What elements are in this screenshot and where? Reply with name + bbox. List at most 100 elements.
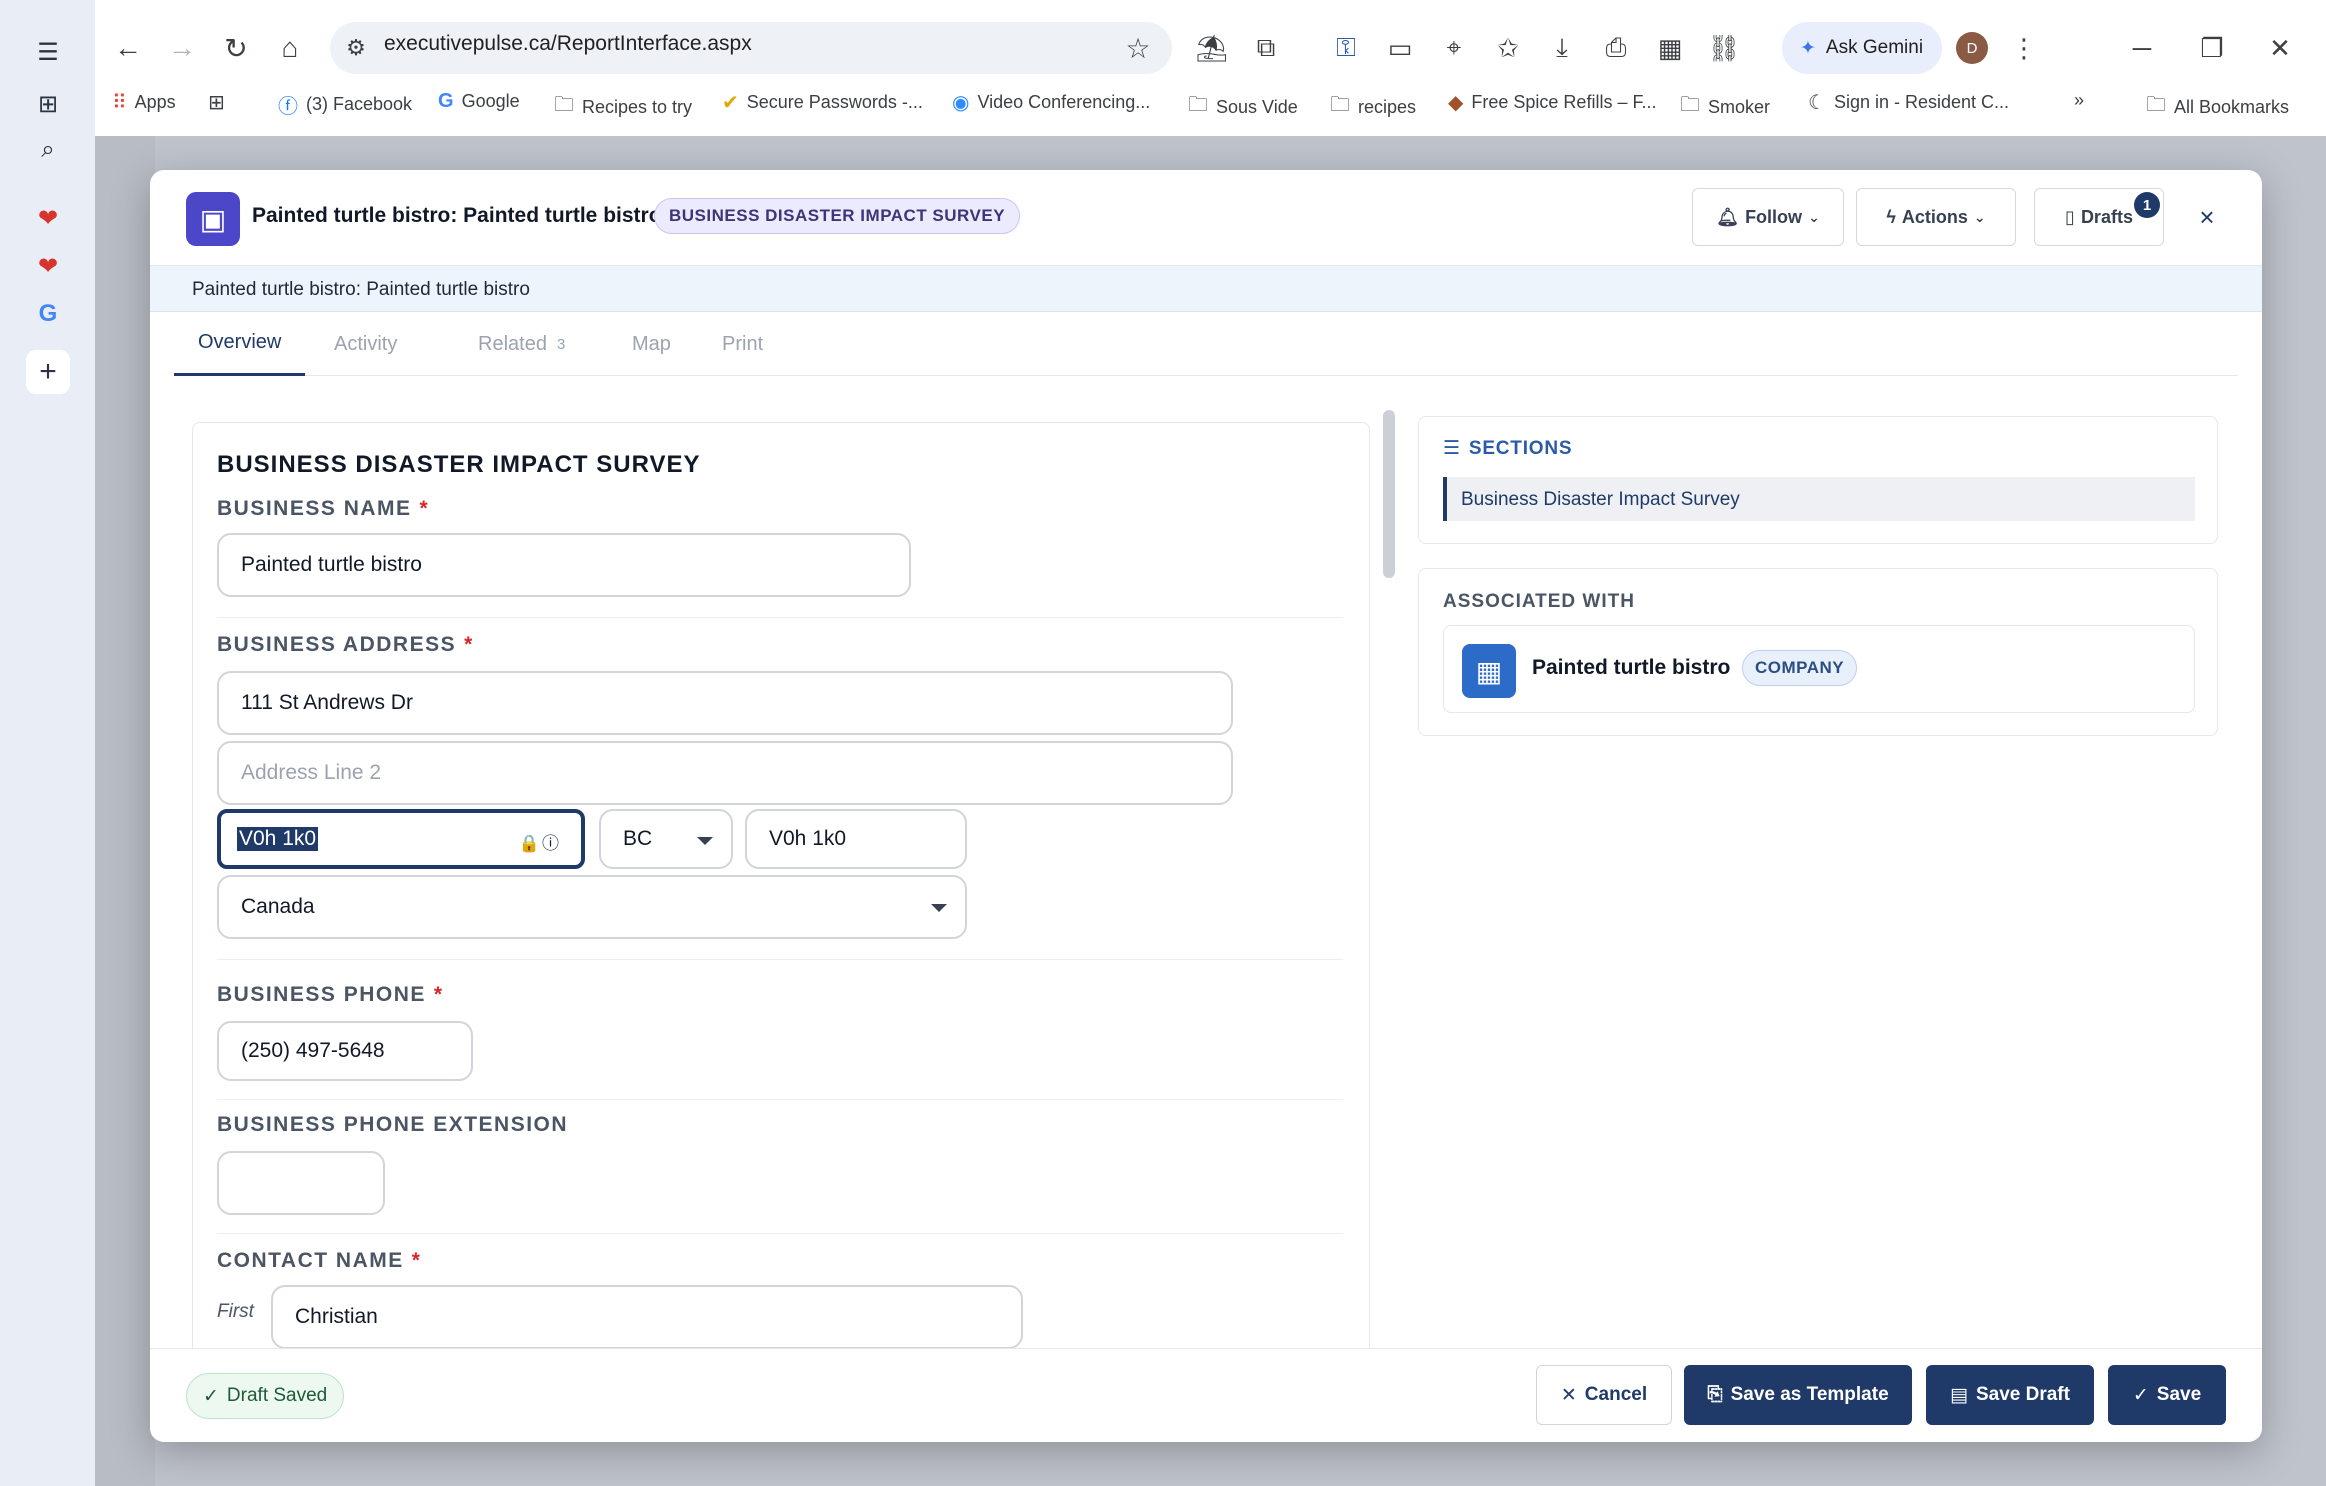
tab-grid-icon[interactable]: ⊞ (26, 82, 70, 126)
business-name-label: BUSINESS NAME * (217, 497, 430, 520)
business-name-input[interactable]: Painted turtle bistro (217, 533, 911, 597)
cancel-button[interactable]: ✕ Cancel (1536, 1365, 1672, 1425)
bookmark-free-spice[interactable]: ◆ Free Spice Refills – F... (1448, 90, 1656, 115)
section-item-survey[interactable]: Business Disaster Impact Survey (1443, 477, 2195, 521)
google-tab-icon[interactable]: G (26, 292, 70, 336)
back-icon[interactable]: ← (106, 26, 150, 70)
url-text[interactable]: executivepulse.ca/ReportInterface.aspx (384, 32, 752, 56)
bookmark-secure-passwords[interactable]: ✔ Secure Passwords -... (722, 90, 923, 115)
address-line1-input[interactable]: 111 St Andrews Dr (217, 671, 1233, 735)
form-scrollbar[interactable] (1383, 410, 1395, 578)
forward-icon[interactable]: → (160, 26, 204, 70)
pulse-tab-icon-2[interactable]: ❤ (26, 244, 70, 288)
facebook-icon: ⓕ (278, 96, 298, 118)
minimize-icon[interactable]: ─ (2122, 26, 2162, 70)
tab-related[interactable]: Related 3 (478, 312, 565, 376)
more-bookmarks-icon[interactable]: » (2074, 90, 2084, 111)
save-as-template-button[interactable]: ⎘ Save as Template (1684, 1365, 1912, 1425)
reload-icon[interactable]: ↻ (214, 26, 258, 70)
bookmark-apps[interactable]: ⠿ Apps (112, 90, 176, 115)
bookmark-grid[interactable]: ⊞ (208, 90, 225, 115)
draft-icon: ▤ (1950, 1384, 1968, 1406)
x-icon: ✕ (1560, 1384, 1577, 1406)
site-info-icon[interactable]: ⚙ (334, 26, 378, 70)
save-button[interactable]: ✓ Save (2108, 1365, 2226, 1425)
bookmark-star-icon[interactable]: ☆ (1116, 26, 1160, 70)
qr-icon[interactable]: ▦ (1650, 26, 1690, 70)
save-draft-button[interactable]: ▤ Save Draft (1926, 1365, 2094, 1425)
collapse-tabs-icon[interactable]: ☰ (26, 30, 70, 74)
bookmark-plus-icon: ⎘ (1707, 1384, 1723, 1405)
search-tabs-icon[interactable]: ⌕ (26, 128, 70, 172)
country-select[interactable]: Canada (217, 875, 967, 939)
postal-city-input[interactable]: V0h 1k0 🔒ⓘ (217, 809, 585, 869)
bookmark-smoker[interactable]: 🗀 Smoker (1680, 90, 1770, 124)
address-line2-input[interactable]: Address Line 2 (217, 741, 1233, 805)
associated-company-name[interactable]: Painted turtle bistro (1532, 656, 1730, 680)
actions-button[interactable]: ϟ Actions ⌄ (1856, 188, 2016, 246)
checkmark-icon: ✓ (2132, 1384, 2149, 1406)
restore-icon[interactable]: ❐ (2192, 26, 2232, 70)
postal-code-input[interactable]: V0h 1k0 (745, 809, 967, 869)
new-tab-icon[interactable]: + (26, 350, 70, 394)
google-icon: G (438, 90, 454, 112)
card-icon[interactable]: ▭ (1380, 26, 1420, 70)
dropdown-arrow-icon (931, 904, 947, 912)
bookmark-sign-in[interactable]: ☾ Sign in - Resident C... (1808, 90, 2009, 115)
associated-company-card[interactable]: ▦ Painted turtle bistro COMPANY (1443, 625, 2195, 713)
check-circle-icon: ✓ (203, 1385, 219, 1407)
bookmark-video-conferencing[interactable]: ◉ Video Conferencing... (952, 90, 1150, 115)
phone-extension-input[interactable] (217, 1151, 385, 1215)
dropdown-arrow-icon (697, 837, 713, 845)
business-address-label: BUSINESS ADDRESS * (217, 633, 474, 656)
puzzle-icon[interactable]: ⧉ (1246, 26, 1286, 70)
report-modal: ▣ Painted turtle bistro: Painted turtle … (150, 170, 2262, 1442)
key-icon[interactable]: ⚿ (1326, 26, 1366, 70)
print-icon[interactable]: ⎙ (1596, 26, 1636, 70)
background-sidebar (95, 136, 155, 1486)
link-icon[interactable]: ⛓ (1704, 26, 1744, 70)
home-icon[interactable]: ⌂ (268, 26, 312, 70)
folder-icon: 🗀 (1330, 94, 1350, 116)
contact-first-input[interactable]: Christian (271, 1285, 1023, 1349)
bookmark-recipes[interactable]: 🗀 recipes (1330, 90, 1416, 124)
download-icon[interactable]: ⤓ (1542, 26, 1582, 70)
favorites-icon[interactable]: ✩ (1488, 26, 1528, 70)
close-modal-icon[interactable]: × (2190, 200, 2224, 234)
report-icon: ▣ (186, 192, 240, 246)
lightning-icon: ϟ (1886, 206, 1896, 227)
company-badge: COMPANY (1742, 650, 1858, 686)
profile-avatar[interactable]: D (1956, 32, 1988, 64)
province-select[interactable]: BC (599, 809, 733, 869)
list-icon: ☰ (1443, 438, 1461, 459)
pulse-tab-icon[interactable]: ❤ (26, 196, 70, 240)
sections-panel: ☰ SECTIONS Business Disaster Impact Surv… (1418, 416, 2218, 544)
all-bookmarks[interactable]: 🗀 All Bookmarks (2146, 90, 2289, 124)
tab-activity[interactable]: Activity (334, 312, 397, 376)
building-icon: ▦ (1462, 644, 1516, 698)
follow-button[interactable]: 🔔︎ Follow ⌄ (1692, 188, 1844, 246)
bookmark-facebook[interactable]: ⓕ (3) Facebook (278, 90, 412, 119)
grid-icon: ⊞ (208, 92, 225, 114)
bell-icon: 🔔︎ (1716, 206, 1740, 227)
folder-icon: 🗀 (1188, 94, 1208, 116)
modal-subtitle: Painted turtle bistro: Painted turtle bi… (150, 266, 2262, 312)
password-manager-icon[interactable]: 🔒ⓘ (519, 829, 561, 854)
folder-icon: 🗀 (554, 94, 574, 116)
bookmark-sous-vide[interactable]: 🗀 Sous Vide (1188, 90, 1298, 124)
check-icon: ✔ (722, 92, 739, 114)
location-icon[interactable]: ⌖ (1434, 26, 1474, 70)
kebab-menu-icon[interactable]: ⋮ (2004, 26, 2044, 70)
tab-map[interactable]: Map (632, 312, 671, 376)
business-phone-input[interactable]: (250) 497-5648 (217, 1021, 473, 1081)
window-close-icon[interactable]: ✕ (2260, 26, 2300, 70)
bookmark-google[interactable]: G Google (438, 90, 520, 113)
divider (217, 1099, 1343, 1100)
extension-icon[interactable]: ⛱ (1192, 26, 1232, 70)
tab-print[interactable]: Print (722, 312, 763, 376)
tab-overview[interactable]: Overview (174, 312, 306, 376)
bookmark-recipes-to-try[interactable]: 🗀 Recipes to try (554, 90, 692, 124)
gemini-sparkle-icon: ✦ (1800, 37, 1816, 59)
ask-gemini-button[interactable]: ✦ Ask Gemini (1782, 22, 1942, 74)
vertical-tab-strip: ☰ ⊞ ⌕ ❤ ❤ G + (0, 0, 95, 1486)
